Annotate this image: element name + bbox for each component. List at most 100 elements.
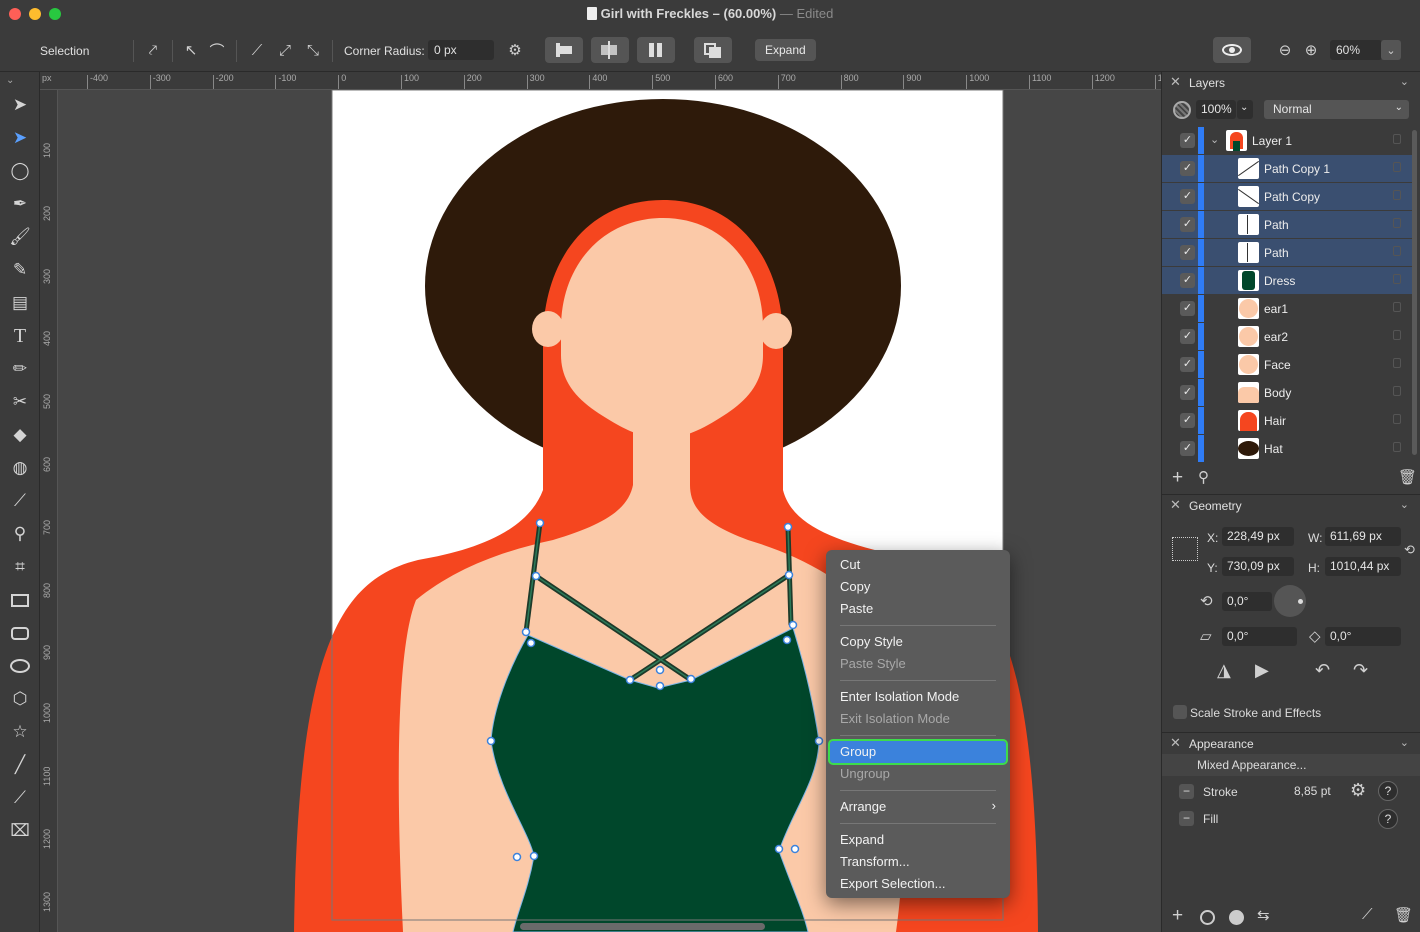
x-input[interactable]: 228,49 px xyxy=(1222,527,1294,546)
zoom-in-icon[interactable]: ⊕ xyxy=(1298,38,1324,62)
lock-icon[interactable] xyxy=(1393,246,1401,256)
search-icon[interactable]: ⚲ xyxy=(1198,468,1209,486)
rotation-dial[interactable] xyxy=(1274,585,1306,617)
layer-row[interactable]: ✓ Path Copy 1 xyxy=(1162,155,1412,182)
fill-help-button[interactable]: ? xyxy=(1378,809,1398,829)
remove-fill-button[interactable]: − xyxy=(1179,811,1194,826)
menu-item-copy[interactable]: Copy xyxy=(830,576,1006,598)
layer-row[interactable]: ✓ Dress xyxy=(1162,267,1412,294)
add-appearance-icon[interactable]: + xyxy=(1172,905,1183,927)
ellipse-icon[interactable] xyxy=(7,653,33,679)
layer-row[interactable]: ✓ Path xyxy=(1162,211,1412,238)
y-input[interactable]: 730,09 px xyxy=(1222,557,1294,576)
join-path-icon[interactable]: ⟋ xyxy=(244,38,270,62)
layer-visibility-checkbox[interactable]: ✓ xyxy=(1180,245,1195,260)
align-left-button[interactable] xyxy=(545,37,583,63)
pen-tool-icon[interactable]: ✎ xyxy=(7,257,33,283)
layer-row[interactable]: ✓ ear1 xyxy=(1162,295,1412,322)
lock-icon[interactable] xyxy=(1393,162,1401,172)
scale-stroke-checkbox[interactable] xyxy=(1173,705,1187,719)
gear-icon[interactable]: ⚙ xyxy=(502,38,528,62)
menu-item-paste[interactable]: Paste xyxy=(830,598,1006,620)
layer-visibility-checkbox[interactable]: ✓ xyxy=(1180,273,1195,288)
layer-row[interactable]: ✓ Path Copy xyxy=(1162,183,1412,210)
close-icon[interactable]: ✕ xyxy=(1170,735,1181,751)
appearance-panel-header[interactable]: ✕ Appearance ⌄ xyxy=(1162,732,1420,754)
align-center-button[interactable] xyxy=(591,37,629,63)
remove-stroke-button[interactable]: − xyxy=(1179,784,1194,799)
layer-root-row[interactable]: ✓ ⌄ Layer 1 xyxy=(1162,127,1412,154)
lock-icon[interactable] xyxy=(1393,274,1401,284)
face-shape[interactable] xyxy=(561,218,763,438)
chevron-down-icon[interactable]: ⌄ xyxy=(1400,75,1409,88)
rotate-left-icon[interactable]: ↶ xyxy=(1315,660,1330,681)
fill-icon[interactable]: ◍ xyxy=(7,455,33,481)
text-icon[interactable]: T xyxy=(7,323,33,349)
skew-icon[interactable]: ◇ xyxy=(1309,627,1321,645)
zoom-level-select[interactable]: 60% xyxy=(1330,40,1382,60)
corner-node-icon[interactable]: ↖ xyxy=(178,38,204,62)
geometry-panel-header[interactable]: ✕ Geometry ⌄ xyxy=(1162,494,1420,516)
clear-appearance-icon[interactable]: ⟋ xyxy=(1362,906,1373,923)
gear-icon[interactable]: ⚙ xyxy=(1350,780,1366,801)
layers-scrollbar[interactable] xyxy=(1412,130,1417,455)
layer-row[interactable]: ✓ Face xyxy=(1162,351,1412,378)
lock-icon[interactable] xyxy=(1393,414,1401,424)
close-icon[interactable]: ✕ xyxy=(1170,74,1181,90)
lock-icon[interactable] xyxy=(1393,134,1401,144)
horizontal-scrollbar[interactable] xyxy=(520,923,765,930)
lock-icon[interactable] xyxy=(1393,386,1401,396)
rectangle-icon[interactable] xyxy=(7,587,33,613)
layer-row[interactable]: ✓ Hair xyxy=(1162,407,1412,434)
lock-icon[interactable] xyxy=(1393,442,1401,452)
distribute-button[interactable] xyxy=(637,37,675,63)
corner-radius-input[interactable]: 0 px xyxy=(428,40,494,60)
rotate-right-icon[interactable]: ↷ xyxy=(1353,660,1368,681)
layer-visibility-checkbox[interactable]: ✓ xyxy=(1180,441,1195,456)
menu-item-arrange[interactable]: Arrange › xyxy=(830,796,1006,818)
layer-row[interactable]: ✓ Body xyxy=(1162,379,1412,406)
pencil-icon[interactable]: ✏ xyxy=(7,356,33,382)
lock-icon[interactable] xyxy=(1393,218,1401,228)
menu-item-expand[interactable]: Expand xyxy=(830,829,1006,851)
eyedropper-icon[interactable]: ⟋ xyxy=(7,488,33,514)
menu-item-transform[interactable]: Transform... xyxy=(830,851,1006,873)
selection-arrow-icon[interactable]: ➤ xyxy=(7,92,33,118)
lock-icon[interactable] xyxy=(1393,190,1401,200)
knife-icon[interactable]: ⟋ xyxy=(7,785,33,811)
eraser-icon[interactable]: ◆ xyxy=(7,422,33,448)
menu-item-group[interactable]: Group xyxy=(828,739,1008,765)
remove-node-icon[interactable]: ⤡ xyxy=(300,38,326,62)
layer-visibility-checkbox[interactable]: ✓ xyxy=(1180,357,1195,372)
line-icon[interactable]: ╱ xyxy=(7,752,33,778)
layer-row[interactable]: ✓ Hat xyxy=(1162,435,1412,462)
shear-icon[interactable]: ▱ xyxy=(1200,627,1212,645)
layer-visibility-checkbox[interactable]: ✓ xyxy=(1180,161,1195,176)
trash-icon[interactable]: 🗑 xyxy=(1398,468,1417,486)
ear2-shape[interactable] xyxy=(760,313,792,349)
node-select-icon[interactable]: ⤤ xyxy=(140,38,166,62)
preview-toggle-button[interactable] xyxy=(1213,37,1251,63)
zoom-dropdown-icon[interactable]: ⌄ xyxy=(1381,40,1401,60)
layer-visibility-checkbox[interactable]: ✓ xyxy=(1180,217,1195,232)
chevron-down-icon[interactable]: ⌄ xyxy=(1400,736,1409,749)
layers-panel-header[interactable]: ✕ Layers ⌄ xyxy=(1162,72,1420,94)
lock-icon[interactable] xyxy=(1393,358,1401,368)
zoom-icon[interactable]: ⚲ xyxy=(7,521,33,547)
stroke-help-button[interactable]: ? xyxy=(1378,781,1398,801)
layer-visibility-checkbox[interactable]: ✓ xyxy=(1180,329,1195,344)
blend-mode-select[interactable]: Normal ⌄ xyxy=(1264,100,1409,119)
add-fill-icon[interactable] xyxy=(1229,910,1244,925)
pen-icon[interactable]: ✒ xyxy=(7,191,33,217)
layer-visibility-checkbox[interactable]: ✓ xyxy=(1180,301,1195,316)
layer-opacity-input[interactable]: 100% xyxy=(1196,100,1236,119)
scissors-icon[interactable]: ✂ xyxy=(7,389,33,415)
w-input[interactable]: 611,69 px xyxy=(1325,527,1401,546)
brush-icon[interactable]: 🖌 xyxy=(7,224,33,250)
add-layer-icon[interactable]: + xyxy=(1172,467,1183,489)
flip-horizontal-icon[interactable]: ◮ xyxy=(1217,660,1231,681)
lock-icon[interactable] xyxy=(1393,302,1401,312)
menu-item-export-selection[interactable]: Export Selection... xyxy=(830,873,1006,895)
layer-opacity-dropdown[interactable]: ⌄ xyxy=(1237,100,1253,119)
add-stroke-icon[interactable] xyxy=(1200,910,1215,925)
